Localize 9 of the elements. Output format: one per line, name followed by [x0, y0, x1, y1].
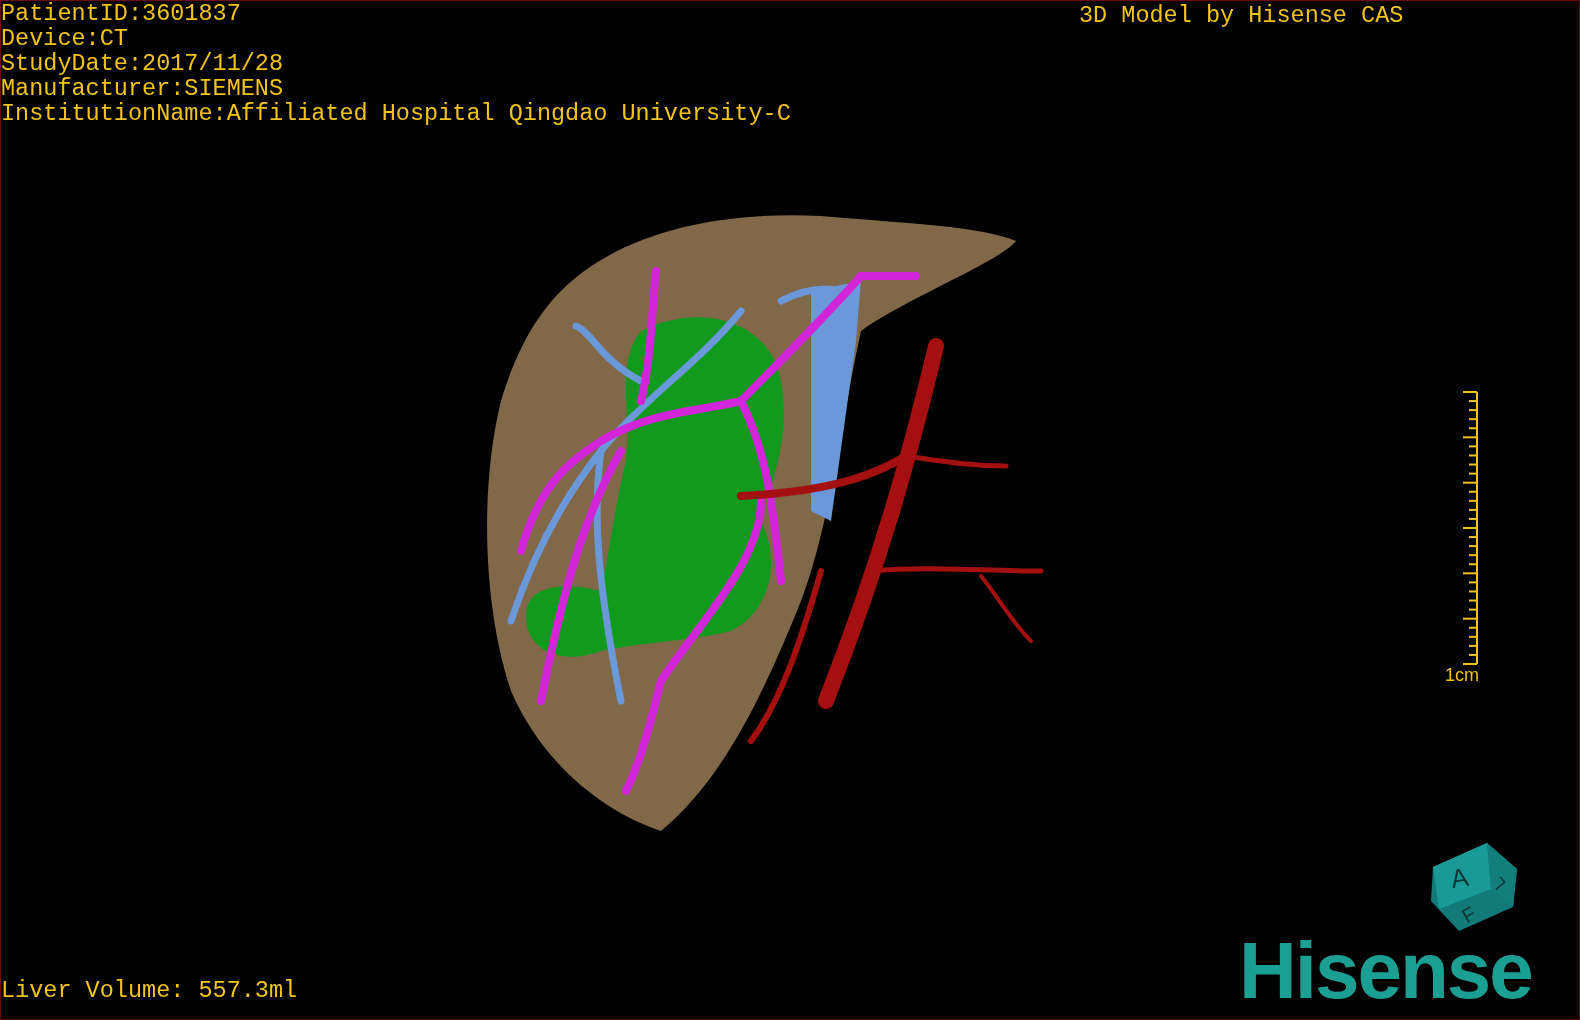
patient-info-line: PatientID:3601837: [1, 1, 242, 26]
patient-info-line: Manufacturer:SIEMENS: [1, 76, 285, 101]
patient-info-line: InstitutionName:Affiliated Hospital Qingdao University-C: [1, 101, 791, 126]
patient-info-line: Device:CT: [1, 26, 129, 51]
brand-logo: Hisense: [1239, 931, 1532, 1011]
scale-label: 1cm: [1445, 665, 1479, 685]
patient-info-line: StudyDate:2017/11/28: [1, 51, 285, 76]
liver-volume-text: Liver Volume: 557.3ml: [1, 977, 298, 1005]
model-title: 3D Model by Hisense CAS: [1079, 1, 1404, 31]
